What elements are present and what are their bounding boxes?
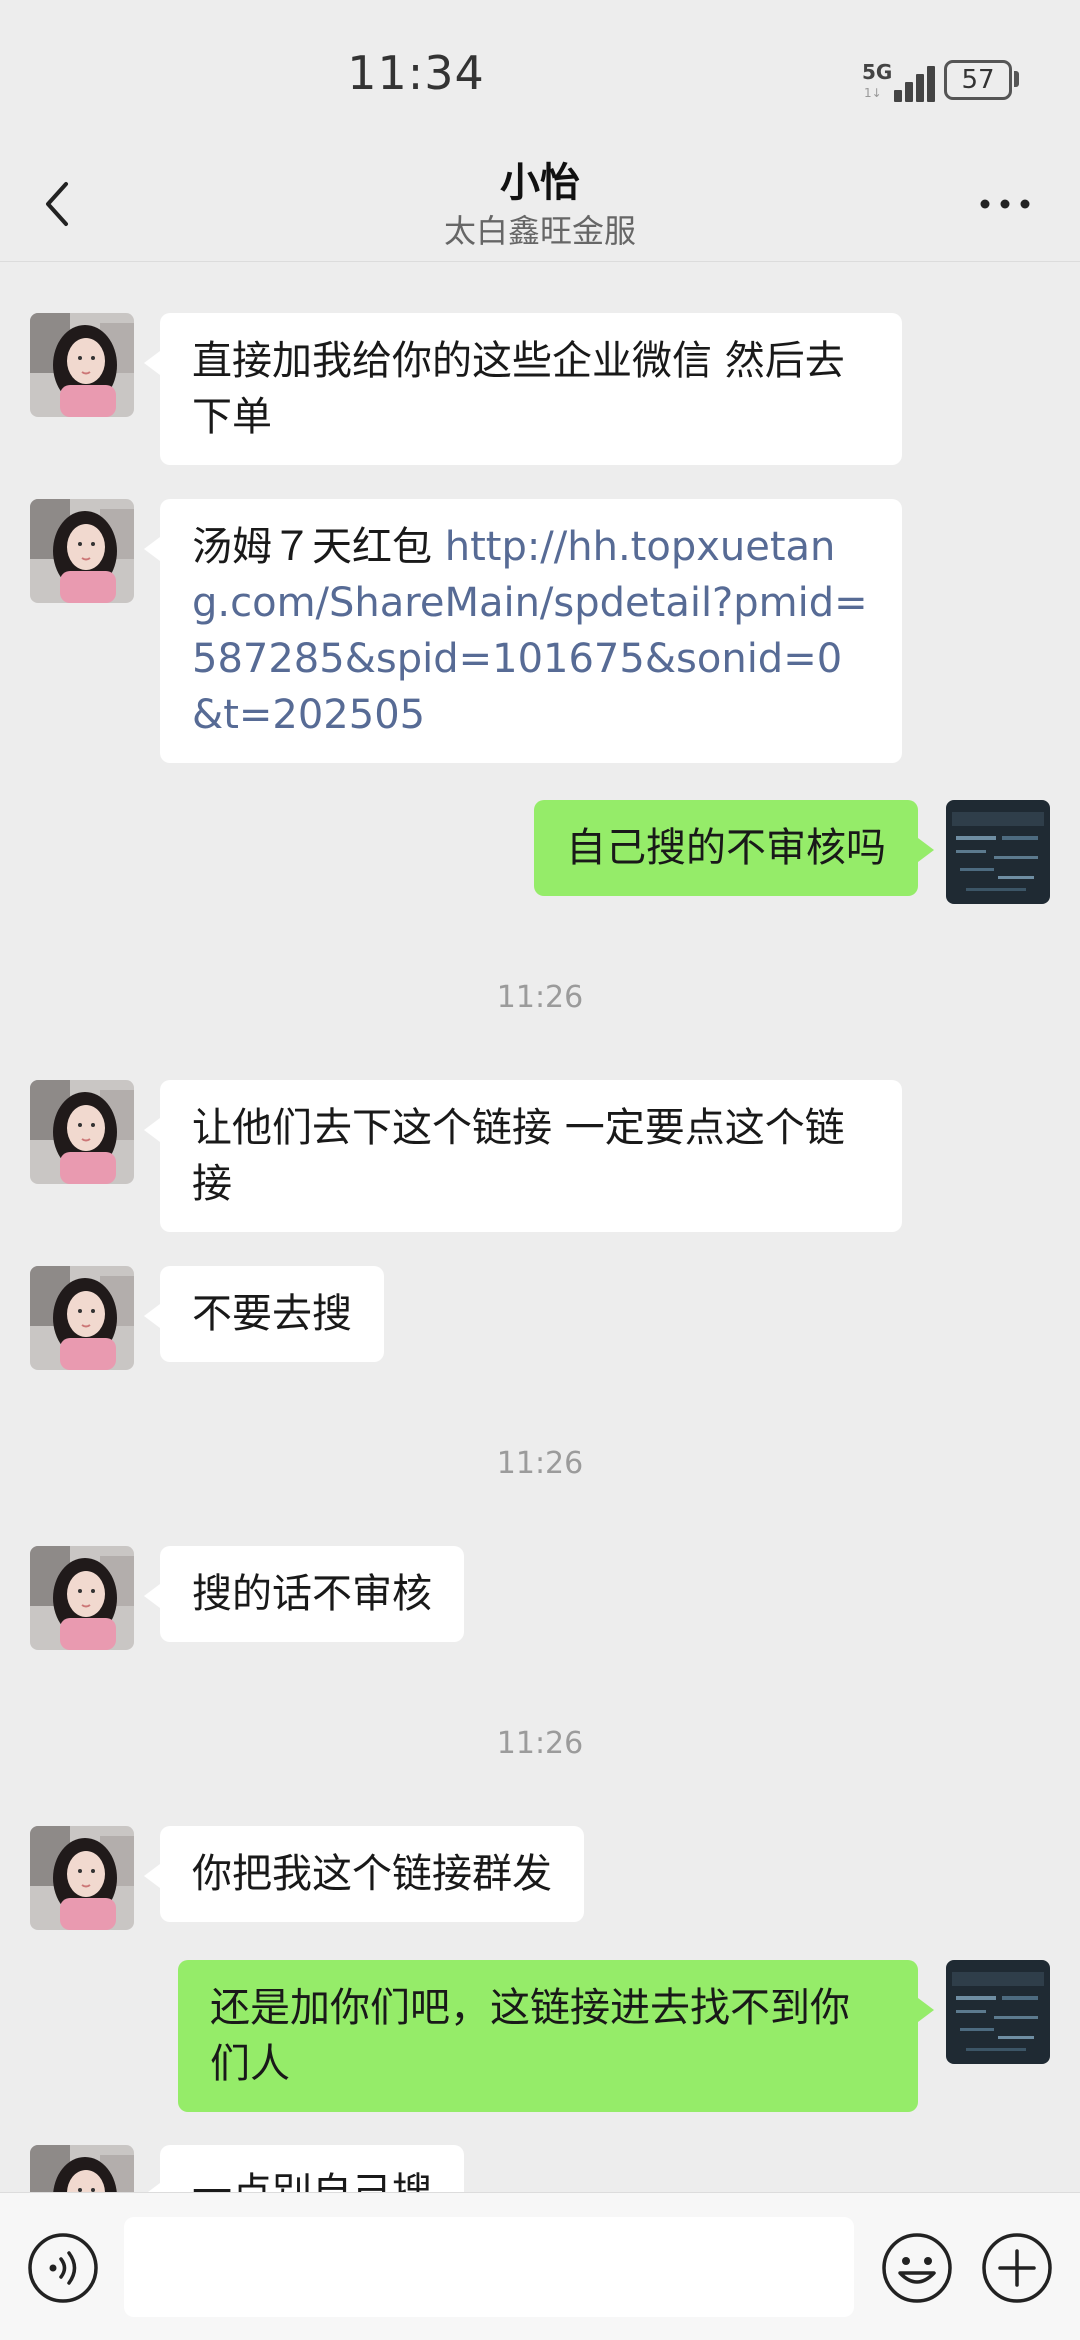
status-bar: 11:34 5G 1↓ 57 [0,0,1080,150]
battery-tip [1014,71,1019,87]
portrait-image [30,499,134,603]
my-avatar[interactable] [946,800,1050,904]
message-list[interactable]: 直接加我给你的这些企业微信 然后去下单 汤姆７天红包 http://hh.top… [0,262,1080,2192]
message-bubble-sent[interactable]: 还是加你们吧，这链接进去找不到你们人 [178,1960,934,2112]
battery-level: 57 [961,65,995,95]
contact-avatar[interactable] [30,313,134,417]
portrait-image [30,1546,134,1650]
message-bubble-received[interactable]: 让他们去下这个链接 一定要点这个链接 [144,1080,902,1232]
message-bubble-sent[interactable]: 自己搜的不审核吗 [534,800,934,896]
contact-avatar[interactable] [30,499,134,603]
profile-image [946,1960,1050,2064]
portrait-image [30,1080,134,1184]
contact-avatar[interactable] [30,1266,134,1370]
signal-indicator: 5G 1↓ [862,60,935,102]
more-dots-icon [980,199,1030,209]
more-options-button[interactable] [970,174,1040,234]
profile-image [946,800,1050,904]
my-avatar[interactable] [946,1960,1050,2064]
battery-icon: 57 [944,60,1012,100]
message-bubble-received[interactable]: 汤姆７天红包 http://hh.topxuetang.com/ShareMai… [144,499,902,763]
message-bubble-received[interactable]: 搜的话不审核 [144,1546,464,1642]
chat-title: 小怡 [500,160,580,206]
signal-bars-icon [880,62,935,102]
emoji-smile-icon [882,2233,952,2303]
message-input[interactable] [124,2217,854,2317]
input-bar [0,2192,1080,2340]
message-bubble-received[interactable]: 一点别自己搜 [144,2145,464,2192]
portrait-image [30,2145,134,2192]
plus-circle-icon [982,2233,1052,2303]
message-bubble-received[interactable]: 你把我这个链接群发 [144,1826,584,1922]
message-timestamp: 11:26 [496,980,584,1015]
portrait-image [30,1826,134,1930]
voice-icon [28,2233,98,2303]
message-text: 汤姆７天红包 [192,524,445,570]
contact-avatar[interactable] [30,2145,134,2192]
more-functions-button[interactable] [980,2231,1054,2305]
chat-subtitle: 太白鑫旺金服 [443,212,636,250]
message-timestamp: 11:26 [496,1726,584,1761]
status-time: 11:34 [347,46,485,100]
message-bubble-received[interactable]: 直接加我给你的这些企业微信 然后去下单 [144,313,902,465]
contact-avatar[interactable] [30,1826,134,1930]
message-bubble-received[interactable]: 不要去搜 [144,1266,384,1362]
portrait-image [30,1266,134,1370]
chat-header: 小怡 太白鑫旺金服 [0,150,1080,262]
message-timestamp: 11:26 [496,1446,584,1481]
contact-avatar[interactable] [30,1080,134,1184]
emoji-button[interactable] [880,2231,954,2305]
voice-button[interactable] [26,2231,100,2305]
contact-avatar[interactable] [30,1546,134,1650]
portrait-image [30,313,134,417]
